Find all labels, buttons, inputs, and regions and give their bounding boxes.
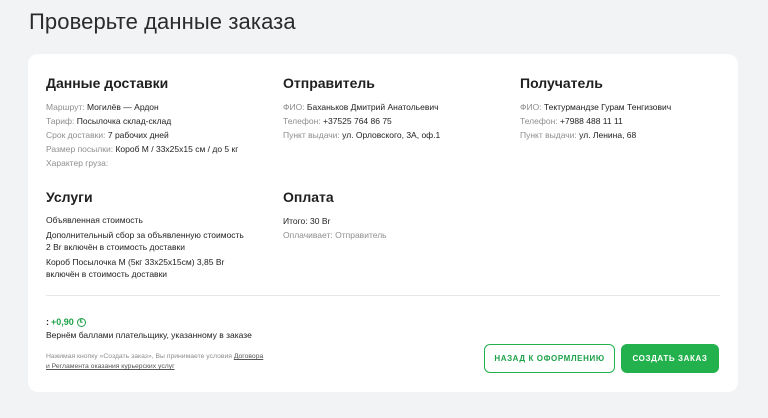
bonus-coin-icon: € <box>76 317 86 327</box>
sender-section: Отправитель ФИО: Баханьков Дмитрий Анато… <box>283 75 440 142</box>
regulations-link[interactable]: и Регламента оказания курьерских услуг <box>46 363 175 370</box>
delivery-cargo-type: Характер груза: <box>46 158 109 168</box>
sender-phone: Телефон: +37525 764 86 75 <box>283 116 392 126</box>
service-extra-fee-note: 2 Br включён в стоимость доставки <box>46 242 185 252</box>
bonus-amount: : +0,90 € <box>46 317 86 327</box>
sender-title: Отправитель <box>283 75 375 91</box>
recipient-pickup-point: Пункт выдачи: ул. Ленина, 68 <box>520 130 637 140</box>
delivery-title: Данные доставки <box>46 75 169 91</box>
create-order-button[interactable]: СОЗДАТЬ ЗАКАЗ <box>621 344 719 373</box>
recipient-phone: Телефон: +7988 488 11 11 <box>520 116 623 126</box>
delivery-term: Срок доставки: 7 рабочих дней <box>46 130 169 140</box>
service-declared-value: Объявленная стоимость <box>46 215 143 225</box>
page-title: Проверьте данные заказа <box>29 9 296 34</box>
recipient-name: ФИО: Тектурмандзе Гурам Тенгизович <box>520 102 672 112</box>
services-section: Услуги Объявленная стоимость Дополнитель… <box>46 189 244 280</box>
bonus-value: +0,90 <box>51 317 74 327</box>
order-summary-card: Данные доставки Маршрут: Могилёв — Ардон… <box>28 54 738 392</box>
legal-notice: Нажимая кнопку «Создать заказ», Вы прини… <box>46 353 264 370</box>
contract-link[interactable]: Договора <box>234 353 263 360</box>
service-extra-fee: Дополнительный сбор за объявленную стоим… <box>46 230 244 240</box>
service-box: Короб Посылочка М (5кг 33x25x15см) 3,85 … <box>46 257 225 267</box>
payment-total: Итого: 30 Br <box>283 216 331 226</box>
services-title: Услуги <box>46 189 93 205</box>
bonus-note: Вернём баллами плательщику, указанному в… <box>46 330 252 340</box>
delivery-tariff: Тариф: Посылочка склад-склад <box>46 116 172 126</box>
payment-payer: Оплачивает: Отправитель <box>283 230 387 240</box>
payment-section: Оплата Итого: 30 Br Оплачивает: Отправит… <box>283 189 387 242</box>
recipient-title: Получатель <box>520 75 603 91</box>
delivery-section: Данные доставки Маршрут: Могилёв — Ардон… <box>46 75 238 170</box>
back-to-form-button[interactable]: НАЗАД К ОФОРМЛЕНИЮ <box>484 344 615 373</box>
delivery-route: Маршрут: Могилёв — Ардон <box>46 102 159 112</box>
service-box-note: включён в стоимость доставки <box>46 269 168 279</box>
sender-pickup-point: Пункт выдачи: ул. Орловского, 3А, оф.1 <box>283 130 441 140</box>
divider <box>46 295 720 296</box>
recipient-section: Получатель ФИО: Тектурмандзе Гурам Тенги… <box>520 75 671 142</box>
payment-title: Оплата <box>283 189 334 205</box>
delivery-size: Размер посылки: Короб М / 33x25x15 см / … <box>46 144 239 154</box>
sender-name: ФИО: Баханьков Дмитрий Анатольевич <box>283 102 439 112</box>
